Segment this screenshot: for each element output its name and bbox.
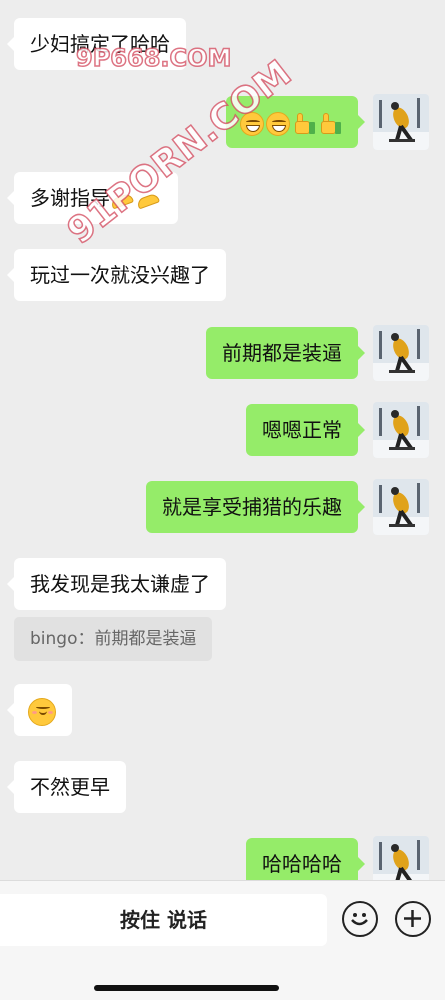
input-bar: 按住 说话 bbox=[0, 880, 445, 1000]
hold-to-talk-button[interactable]: 按住 说话 bbox=[0, 894, 327, 946]
message-text: 嗯嗯正常 bbox=[262, 418, 342, 442]
home-indicator bbox=[94, 985, 279, 991]
plus-icon[interactable] bbox=[395, 901, 431, 937]
avatar[interactable] bbox=[373, 402, 429, 458]
message-bubble-sent[interactable] bbox=[226, 96, 365, 148]
smiley-icon[interactable] bbox=[342, 901, 378, 937]
blush-emoji bbox=[28, 697, 56, 726]
message-text: 就是享受捕猎的乐趣 bbox=[162, 495, 342, 519]
avatar[interactable] bbox=[373, 325, 429, 381]
quote-text: bingo：前期都是装逼 bbox=[30, 629, 197, 649]
message-text: 哈哈哈哈 bbox=[262, 852, 342, 876]
quoted-message[interactable]: bingo：前期都是装逼 bbox=[14, 617, 213, 661]
message-text: 不然更早 bbox=[30, 775, 110, 799]
avatar[interactable] bbox=[373, 836, 429, 880]
message-bubble-sent[interactable]: 就是享受捕猎的乐趣 bbox=[146, 481, 365, 533]
message-bubble-sent[interactable]: 哈哈哈哈 bbox=[246, 838, 365, 880]
message-bubble-sent[interactable]: 嗯嗯正常 bbox=[246, 404, 365, 456]
thumbs-up-emoji bbox=[318, 112, 342, 136]
message-bubble-received[interactable] bbox=[7, 684, 72, 736]
message-text: 前期都是装逼 bbox=[222, 341, 342, 365]
grin-emoji bbox=[240, 111, 264, 136]
thumbs-up-emoji bbox=[292, 112, 316, 136]
message-text: 我发现是我太谦虚了 bbox=[30, 572, 210, 596]
message-bubble-received[interactable]: 不然更早 bbox=[7, 761, 126, 813]
pray-emoji bbox=[109, 188, 135, 212]
message-bubble-received[interactable]: 我发现是我太谦虚了 bbox=[7, 558, 226, 610]
avatar[interactable] bbox=[373, 479, 429, 535]
chat-area[interactable]: 少妇搞定了哈哈 多谢指导 玩过一次就没兴趣了 前期都是装逼 嗯嗯正常 就是享受捕… bbox=[0, 0, 445, 880]
message-bubble-received[interactable]: 多谢指导 bbox=[7, 172, 178, 224]
message-bubble-sent[interactable]: 前期都是装逼 bbox=[206, 327, 365, 379]
message-text: 多谢指导 bbox=[30, 186, 110, 210]
message-text: 少妇搞定了哈哈 bbox=[30, 32, 170, 56]
avatar[interactable] bbox=[373, 94, 429, 150]
message-bubble-received[interactable]: 少妇搞定了哈哈 bbox=[7, 18, 186, 70]
message-bubble-received[interactable]: 玩过一次就没兴趣了 bbox=[7, 249, 226, 301]
grin-emoji bbox=[266, 111, 290, 136]
message-text: 玩过一次就没兴趣了 bbox=[30, 263, 210, 287]
pray-emoji bbox=[135, 188, 161, 212]
